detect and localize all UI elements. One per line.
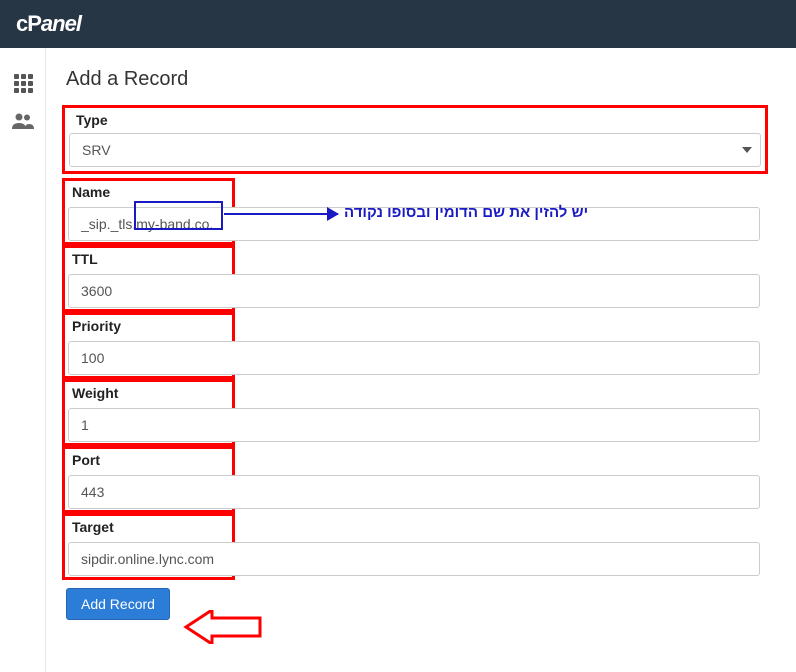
- priority-input[interactable]: [68, 341, 760, 375]
- target-input[interactable]: [68, 542, 760, 576]
- name-field-group: Name: [62, 178, 768, 245]
- page-title: Add a Record: [62, 68, 768, 91]
- ttl-field-group: TTL: [62, 245, 768, 312]
- weight-field-group: Weight: [62, 379, 768, 446]
- name-label: Name: [65, 184, 232, 205]
- port-label: Port: [65, 452, 232, 473]
- name-input[interactable]: [68, 207, 760, 241]
- weight-label: Weight: [65, 385, 232, 406]
- ttl-label: TTL: [65, 251, 232, 272]
- cpanel-logo: cPanel: [16, 11, 81, 37]
- priority-field-group: Priority: [62, 312, 768, 379]
- target-label: Target: [65, 519, 232, 540]
- apps-grid-icon[interactable]: [0, 64, 46, 102]
- port-input[interactable]: [68, 475, 760, 509]
- sidebar: [0, 48, 46, 672]
- priority-label: Priority: [65, 318, 232, 339]
- ttl-input[interactable]: [68, 274, 760, 308]
- type-select[interactable]: SRV: [69, 133, 761, 167]
- add-record-button[interactable]: Add Record: [66, 588, 170, 620]
- users-icon[interactable]: [0, 102, 46, 140]
- header: cPanel: [0, 0, 796, 48]
- type-label: Type: [69, 112, 761, 133]
- weight-input[interactable]: [68, 408, 760, 442]
- target-field-group: Target: [62, 513, 768, 580]
- type-field-group: Type SRV: [62, 105, 768, 174]
- port-field-group: Port: [62, 446, 768, 513]
- main-content: Add a Record Type SRV Name TTL Priority: [46, 48, 796, 640]
